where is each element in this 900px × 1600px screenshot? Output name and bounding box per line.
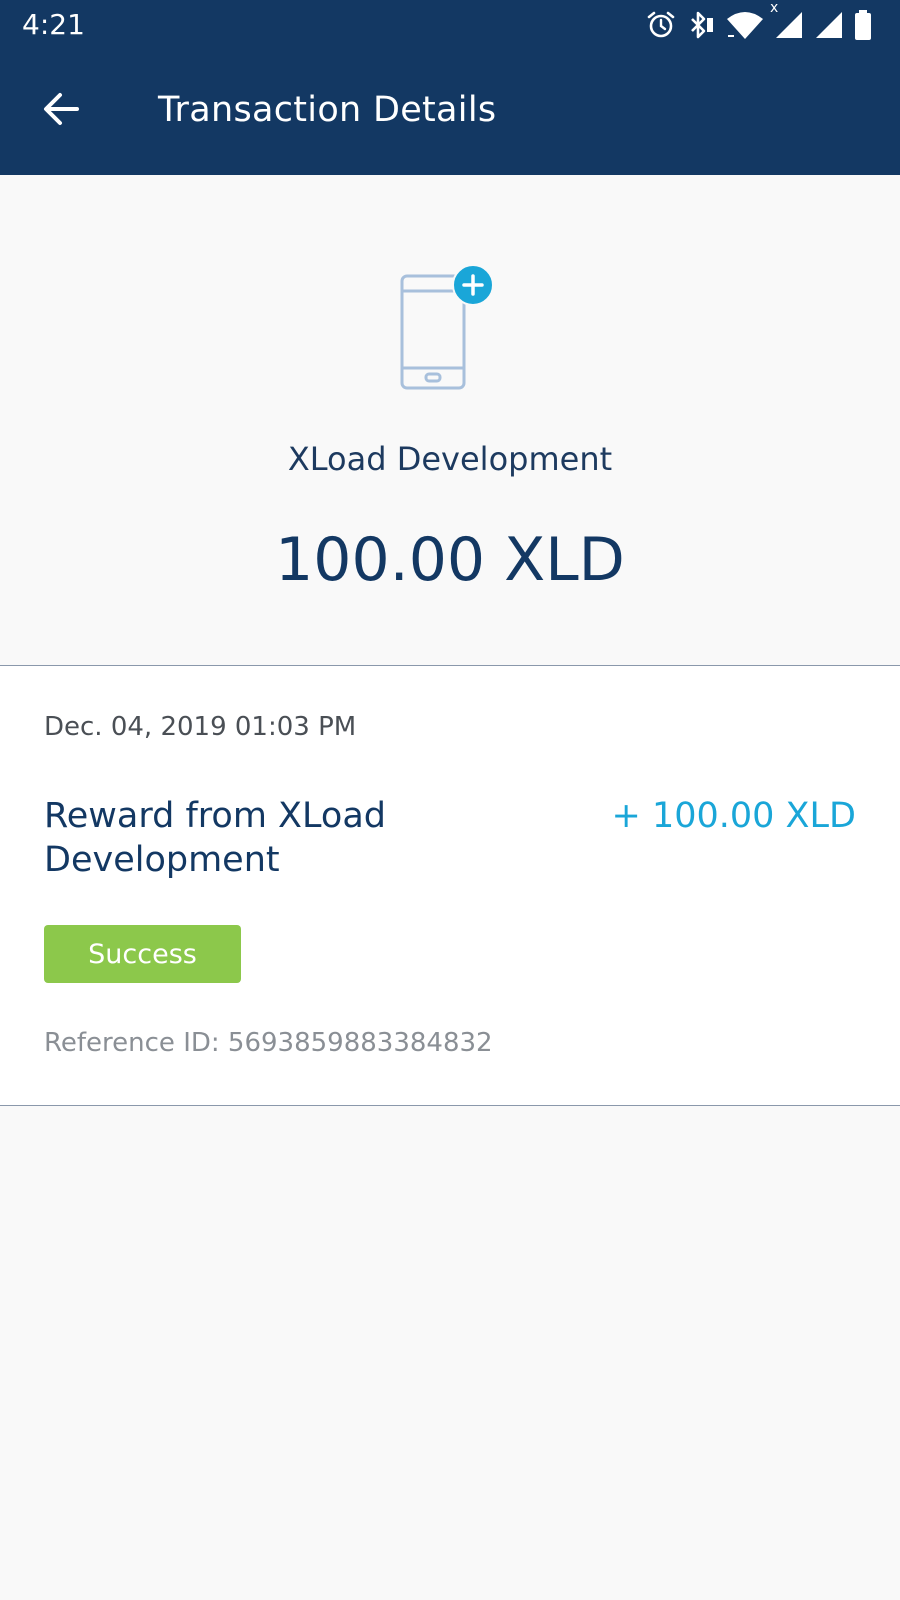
wifi-icon (726, 10, 764, 40)
app-bar: Transaction Details (0, 50, 900, 175)
signal-icon: x (770, 0, 804, 40)
transaction-date: Dec. 04, 2019 01:03 PM (44, 712, 357, 742)
reference-id: Reference ID: 5693859883384832 (44, 1028, 493, 1058)
transaction-amount: + 100.00 XLD (611, 796, 856, 836)
bluetooth-icon (686, 10, 716, 40)
status-bar: 4:21 x (0, 0, 900, 50)
back-button[interactable] (30, 80, 92, 142)
merchant-name: XLoad Development (287, 440, 613, 478)
arrow-left-icon (41, 89, 81, 133)
transaction-description: Reward from XLoad Development (44, 796, 386, 880)
summary-amount: 100.00 XLD (275, 525, 625, 595)
status-icons: x (646, 0, 872, 42)
transaction-summary: XLoad Development 100.00 XLD (0, 175, 900, 665)
network-badge: x (770, 0, 779, 16)
status-time: 4:21 (22, 8, 85, 41)
battery-icon (854, 10, 872, 40)
signal-icon (814, 10, 844, 40)
transaction-details-card: Dec. 04, 2019 01:03 PM Reward from XLoad… (0, 665, 900, 1106)
status-badge: Success (44, 925, 241, 983)
alarm-icon (646, 10, 676, 40)
mobile-topup-icon (400, 263, 495, 397)
page-title: Transaction Details (158, 90, 497, 130)
